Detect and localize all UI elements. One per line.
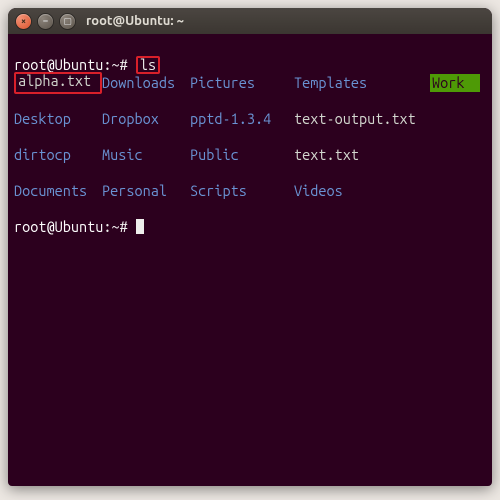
cursor-icon (136, 219, 144, 234)
dir-dirtocp: dirtocp (14, 146, 102, 164)
prompt-line-1: root@Ubuntu:~# ls (14, 56, 160, 73)
dir-dropbox: Dropbox (102, 110, 190, 128)
dir-downloads: Downloads (102, 74, 190, 92)
ls-row-1: DesktopDropboxpptd-1.3.4text-output.txt (14, 110, 486, 128)
file-text-txt: text.txt (294, 146, 430, 164)
ls-row-2: dirtocpMusicPublictext.txt (14, 146, 486, 164)
terminal-window: × – ▢ root@Ubuntu: ~ root@Ubuntu:~# ls a… (8, 8, 492, 486)
command-ls: ls (136, 56, 160, 74)
prompt-user: root@Ubuntu (14, 56, 103, 73)
dir-scripts: Scripts (190, 182, 294, 200)
ls-row-3: DocumentsPersonalScriptsVideos (14, 182, 486, 200)
dir-desktop: Desktop (14, 110, 102, 128)
ls-row-0: alpha.txtDownloadsPicturesTemplatesWork (14, 74, 486, 92)
file-text-output: text-output.txt (294, 110, 430, 128)
dir-videos: Videos (294, 182, 430, 200)
prompt-path: ~ (111, 218, 119, 235)
window-title: root@Ubuntu: ~ (86, 14, 184, 28)
dir-work: Work (430, 74, 480, 92)
dir-personal: Personal (102, 182, 190, 200)
terminal-body[interactable]: root@Ubuntu:~# ls alpha.txtDownloadsPict… (8, 34, 492, 260)
dir-pptpd: pptd-1.3.4 (190, 110, 294, 128)
prompt-line-2: root@Ubuntu:~# (14, 218, 144, 235)
maximize-icon[interactable]: ▢ (60, 14, 75, 29)
prompt-user: root@Ubuntu (14, 218, 103, 235)
dir-music: Music (102, 146, 190, 164)
dir-documents: Documents (14, 182, 102, 200)
dir-public: Public (190, 146, 294, 164)
close-icon[interactable]: × (16, 14, 31, 29)
minimize-icon[interactable]: – (38, 14, 53, 29)
dir-templates: Templates (294, 74, 430, 92)
file-alpha-txt: alpha.txt (14, 72, 102, 94)
prompt-path: ~ (111, 56, 119, 73)
dir-pictures: Pictures (190, 74, 294, 92)
titlebar[interactable]: × – ▢ root@Ubuntu: ~ (8, 8, 492, 34)
